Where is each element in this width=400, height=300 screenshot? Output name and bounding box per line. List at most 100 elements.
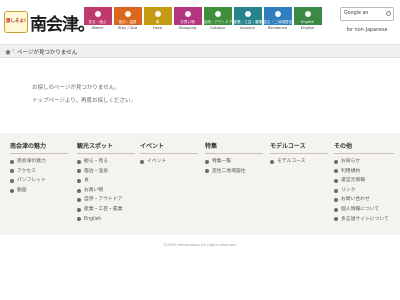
sitemap-link-label: アクセス [17, 168, 36, 174]
bullet-icon [140, 159, 144, 164]
sitemap-link[interactable]: 特集一覧 [205, 157, 263, 167]
nav-item-label-en: Stay / Spa [117, 25, 138, 30]
nav-item-band [143, 7, 172, 20]
sitemap-link-label: パンフレット [17, 178, 46, 184]
sitemap-link-label: 食 [84, 178, 89, 184]
bullet-icon [10, 188, 14, 193]
nav-item[interactable]: 見る・遊ぶ Watch [83, 7, 112, 33]
site-header: 旅しそよ! 南会津。 見る・遊ぶ Watch 宿泊・温泉 Stay / Spa 食 Foo… [0, 0, 400, 44]
nav-item-band [173, 7, 202, 20]
sitemap-link[interactable]: 自然・アウトドア [77, 195, 135, 205]
sitemap-link[interactable]: 観る・見る [77, 157, 135, 167]
nav-item-label-en: Outdoor [209, 25, 226, 30]
bullet-icon [334, 159, 338, 164]
sitemap-link[interactable]: モデルコース [270, 157, 328, 167]
sitemap-column: モデルコース モデルコース [270, 141, 328, 167]
nav-category-icon [274, 10, 281, 17]
sitemap-heading[interactable]: 南会津の魅力 [10, 141, 68, 154]
search-placeholder: Google an [344, 11, 369, 16]
breadcrumb-current: ページが見つかりません [17, 50, 78, 56]
sitemap-link[interactable]: English [77, 215, 135, 225]
nav-category-icon [184, 10, 191, 17]
bullet-icon [334, 178, 338, 183]
sitemap-link[interactable]: 定住二地域居住 [205, 167, 263, 177]
nav-item-label-en: Industry [239, 25, 256, 30]
sitemap-heading[interactable]: 特集 [205, 141, 263, 154]
nav-category-icon [244, 10, 251, 17]
sitemap-list: モデルコース [270, 157, 328, 167]
sitemap-link[interactable]: 利用規約 [334, 167, 394, 177]
nav-item-band [233, 7, 262, 20]
sitemap-link-label: 個人情報について [341, 206, 380, 212]
nav-item[interactable]: 宿泊・温泉 Stay / Spa [113, 7, 142, 33]
nav-item-label-en: Residence [267, 25, 288, 30]
sitemap-link[interactable]: 運営元情報 [334, 176, 394, 186]
sitemap-column: その他お知らせ利用規約 運営元情報 リンク お問い合わせ 個人情報について多言語サイトに… [334, 141, 394, 224]
search-icon[interactable] [386, 11, 391, 16]
nav-item[interactable]: 自然・アウトドア Outdoor [203, 7, 232, 33]
bullet-icon [77, 169, 81, 174]
bullet-icon [77, 217, 81, 222]
search-input[interactable]: Google an [340, 7, 394, 21]
bullet-icon [77, 207, 81, 212]
nav-item[interactable]: 産業・工芸・農業 Industry [233, 7, 262, 33]
sitemap-link-label: イベント [147, 159, 167, 164]
sitemap-list: 特集一覧定住二地域居住 [205, 157, 263, 176]
sitemap-link-label: 南会津の魅力 [17, 159, 46, 164]
nav-item-band [263, 7, 292, 20]
non-japanese-button[interactable]: for non-Japanese [340, 24, 394, 37]
sitemap-link[interactable]: リンク [334, 186, 394, 196]
sitemap-link-label: 動画 [17, 187, 27, 193]
sitemap-link[interactable]: お問い合わせ [334, 195, 394, 205]
nav-category-icon [304, 10, 311, 17]
nav-category-icon [124, 10, 131, 17]
site-logo[interactable]: 旅しそよ! 南会津。 [4, 9, 95, 35]
nav-item[interactable]: お買い物 Shopping [173, 7, 202, 33]
sitemap-link[interactable]: 南会津の魅力 [10, 157, 68, 167]
sitemap-link[interactable]: 宿泊・温泉 [77, 167, 135, 177]
sitemap-list: イベント [140, 157, 198, 167]
nav-category-icon [214, 10, 221, 17]
sitemap-link-label: English [84, 216, 102, 222]
bullet-icon [334, 188, 338, 193]
nav-item-band [83, 7, 112, 20]
nav-item[interactable]: 食 Food [143, 7, 172, 33]
sitemap-link[interactable]: イベント [140, 157, 198, 167]
copyright: ©2020 minamiaizu All rights reserved. [163, 242, 237, 247]
sitemap-link[interactable]: パンフレット [10, 176, 68, 186]
sitemap-link-label: お知らせ [341, 159, 361, 164]
sitemap-heading[interactable]: イベント [140, 141, 198, 154]
sitemap-link[interactable]: 食 [77, 176, 135, 186]
sitemap-link[interactable]: アクセス [10, 167, 68, 177]
bullet-icon [77, 188, 81, 193]
bullet-icon [205, 159, 209, 164]
sitemap-list: お知らせ利用規約 運営元情報 リンク お問い合わせ 個人情報について多言語サイトについて [334, 157, 394, 224]
sitemap-link-label: 定住二地域居住 [212, 168, 246, 174]
sitemap-link-label: お買い物 [84, 187, 104, 193]
sitemap-link-label: 多言語サイトについて [341, 216, 389, 222]
sitemap-link-label: 産業・工芸・農業 [84, 206, 123, 212]
sitemap-link[interactable]: 個人情報について [334, 205, 394, 215]
sitemap-column: イベント イベント [140, 141, 198, 167]
sitemap-link[interactable]: 産業・工芸・農業 [77, 205, 135, 215]
sitemap-link-label: モデルコース [277, 159, 306, 164]
sitemap-link-label: 特集一覧 [212, 159, 232, 164]
sitemap-link[interactable]: お買い物 [77, 186, 135, 196]
sitemap-link[interactable]: 多言語サイトについて [334, 215, 394, 225]
sitemap-link[interactable]: お知らせ [334, 157, 394, 167]
nav-item-band [113, 7, 142, 20]
sitemap-heading[interactable]: その他 [334, 141, 394, 154]
sitemap-heading[interactable]: 観光スポット [77, 141, 135, 154]
nav-item[interactable]: 住む・二地域居住 Residence [263, 7, 292, 33]
home-icon[interactable] [5, 49, 11, 55]
sitemap-heading[interactable]: モデルコース [270, 141, 328, 154]
breadcrumb-separator: › [12, 47, 15, 54]
global-nav: 見る・遊ぶ Watch 宿泊・温泉 Stay / Spa 食 Food お買い物 Shoppi… [83, 7, 323, 33]
sitemap-link[interactable]: 動画 [10, 186, 68, 196]
nav-item-band [203, 7, 232, 20]
sitemap-column: 特集特集一覧定住二地域居住 [205, 141, 263, 176]
nav-item[interactable]: English English [293, 7, 322, 33]
not-found-message: お探しのページが見つかりません。 [32, 85, 120, 91]
bullet-icon [334, 207, 338, 212]
bullet-icon [77, 178, 81, 183]
